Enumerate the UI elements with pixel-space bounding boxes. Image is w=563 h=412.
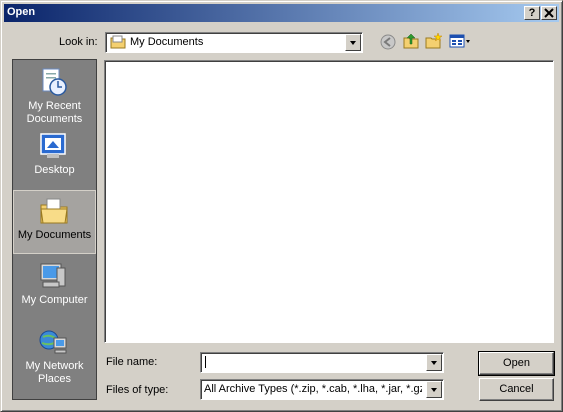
places-item-my-documents[interactable]: My Documents [13, 190, 96, 254]
view-menu-icon [449, 34, 470, 48]
places-item-label: My Network Places [25, 360, 84, 385]
folder-icon [110, 35, 126, 49]
network-places-icon [39, 330, 67, 354]
help-button[interactable]: ? [524, 6, 540, 20]
filetype-dropdown[interactable]: All Archive Types (*.zip, *.cab, *.lha, … [200, 379, 444, 400]
places-item-label: Desktop [34, 164, 75, 176]
file-list[interactable] [104, 60, 554, 343]
recent-documents-icon [42, 68, 67, 96]
close-icon [544, 8, 554, 18]
desktop-icon [40, 133, 66, 158]
open-button[interactable]: Open [478, 351, 555, 376]
lookin-dropdown[interactable]: My Documents [105, 32, 363, 53]
new-folder-button[interactable] [425, 32, 445, 52]
lookin-value: My Documents [130, 36, 204, 48]
dialog-title: Open [7, 6, 36, 18]
close-button[interactable] [541, 6, 557, 20]
my-documents-icon [40, 198, 68, 224]
view-menu-button[interactable] [449, 32, 473, 52]
my-computer-icon [40, 263, 66, 288]
filetype-value: All Archive Types (*.zip, *.cab, *.lha, … [204, 383, 422, 395]
places-item-label: My Recent Documents [26, 100, 83, 125]
cancel-button[interactable]: Cancel [479, 378, 554, 401]
open-dialog: Open ? Look in: My Documents My Recent D… [0, 0, 563, 412]
places-item-label: My Computer [21, 294, 88, 306]
chevron-down-icon[interactable] [426, 354, 442, 371]
places-item-label: My Documents [17, 229, 92, 241]
filetype-label: Files of type: [106, 384, 169, 396]
back-icon [380, 34, 396, 50]
lookin-label: Look in: [59, 36, 98, 48]
places-item-desktop[interactable]: Desktop [13, 126, 96, 190]
chevron-down-icon[interactable] [345, 34, 361, 51]
new-folder-icon [425, 32, 443, 49]
up-folder-button[interactable] [402, 32, 422, 52]
filename-field[interactable] [200, 352, 444, 373]
chevron-down-icon[interactable] [426, 381, 442, 398]
title-bar[interactable]: Open ? [4, 4, 559, 22]
places-item-network-places[interactable]: My Network Places [13, 322, 96, 386]
up-folder-icon [403, 33, 419, 49]
back-button[interactable] [379, 33, 399, 53]
filename-label: File name: [106, 356, 158, 368]
places-item-my-computer[interactable]: My Computer [13, 256, 96, 320]
places-item-recent-documents[interactable]: My Recent Documents [13, 62, 96, 126]
places-bar: My Recent Documents Desktop My Documents [12, 59, 97, 400]
text-caret [205, 356, 206, 368]
